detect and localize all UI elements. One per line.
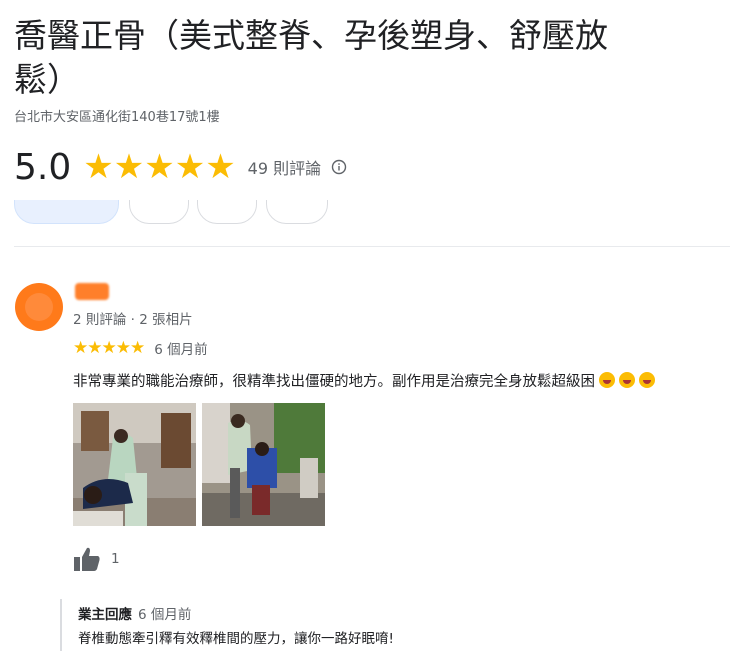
grinning-squinting-face-icon [619, 372, 635, 388]
owner-response-header: 業主回應 6 個月前 [78, 603, 720, 623]
review-rating-row: ★★★★★ 6 個月前 [73, 338, 208, 358]
thumbs-up-icon[interactable] [73, 546, 101, 572]
rating-value: 5.0 [14, 146, 72, 188]
grinning-squinting-face-icon [599, 372, 615, 388]
rating-stars: ★★★★★ [83, 147, 236, 187]
like-count: 1 [111, 551, 120, 567]
reviewer-name-redacted[interactable] [75, 283, 109, 300]
review-text: 非常專業的職能治療師，很精準找出僵硬的地方。副作用是治療完全身放鬆超級困 [73, 370, 655, 391]
review-photo[interactable] [202, 403, 325, 526]
place-address: 台北市大安區通化街140巷17號1樓 [14, 110, 220, 125]
info-icon[interactable] [331, 159, 347, 175]
review-photo[interactable] [73, 403, 196, 526]
grinning-squinting-face-icon [639, 372, 655, 388]
review-time: 6 個月前 [154, 342, 208, 358]
like-row: 1 [73, 546, 120, 572]
filter-chip[interactable] [197, 200, 257, 224]
place-title: 喬醫正骨（美式整脊、孕後塑身、舒壓放鬆） [14, 16, 608, 99]
filter-chip[interactable] [266, 200, 328, 224]
avatar-inner [25, 293, 53, 321]
filter-chip-selected[interactable] [14, 200, 119, 224]
owner-response-text: 脊椎動態牽引釋有效釋椎間的壓力，讓你一路好眠唷! [78, 631, 394, 647]
review-stars: ★★★★★ [73, 337, 145, 358]
reviewer-meta: 2 則評論 · 2 張相片 [73, 312, 193, 328]
owner-response-time: 6 個月前 [138, 607, 192, 623]
divider [14, 246, 730, 247]
owner-response: 業主回應 6 個月前 脊椎動態牽引釋有效釋椎間的壓力，讓你一路好眠唷! [60, 599, 720, 651]
owner-response-label: 業主回應 [78, 607, 132, 623]
rating-summary: 5.0 ★★★★★ 49 則評論 [14, 144, 347, 190]
review-count-link[interactable]: 49 則評論 [248, 155, 321, 179]
filter-chip[interactable] [129, 200, 189, 224]
avatar[interactable] [15, 283, 63, 331]
filter-chip-row [14, 200, 344, 226]
review-text-body: 非常專業的職能治療師，很精準找出僵硬的地方。副作用是治療完全身放鬆超級困 [73, 374, 595, 390]
